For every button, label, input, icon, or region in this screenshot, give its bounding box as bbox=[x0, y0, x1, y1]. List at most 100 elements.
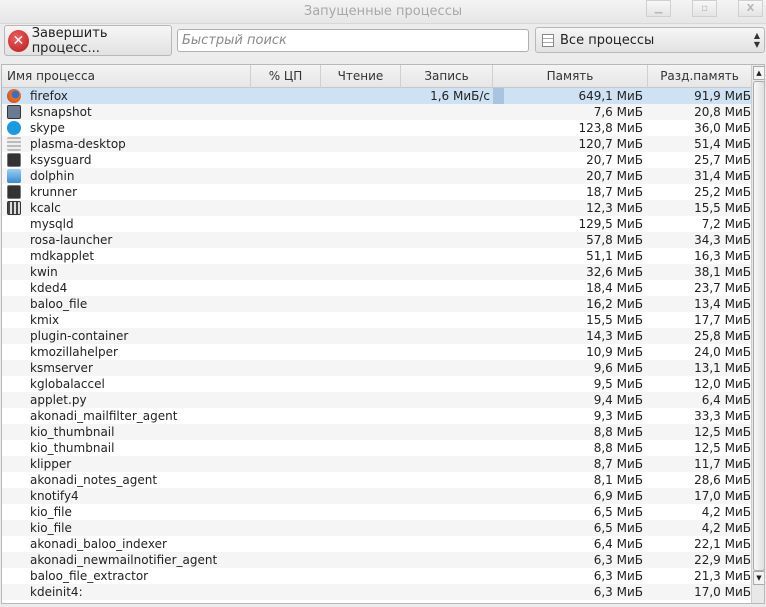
table-row[interactable]: mdkapplet 51,1 МиБ 16,3 МиБ bbox=[2, 248, 751, 264]
table-row[interactable]: ksnapshot 7,6 МиБ 20,8 МиБ bbox=[2, 104, 751, 120]
shared-memory-value: 91,9 МиБ bbox=[694, 89, 751, 103]
vertical-scrollbar[interactable]: ▲ ▼ bbox=[751, 65, 764, 603]
column-header-read[interactable]: Чтение bbox=[321, 65, 401, 88]
process-name: plasma-desktop bbox=[30, 137, 126, 151]
shared-memory-value: 4,2 МиБ bbox=[701, 505, 751, 519]
shared-memory-value: 4,2 МиБ bbox=[701, 521, 751, 535]
table-row[interactable]: kdeinit4: 6,3 МиБ 17,0 МиБ bbox=[2, 584, 751, 600]
table-row[interactable]: kded4 18,4 МиБ 23,7 МиБ bbox=[2, 280, 751, 296]
shared-memory-value: 20,8 МиБ bbox=[694, 105, 751, 119]
scrollbar-thumb[interactable] bbox=[753, 81, 764, 571]
table-row[interactable]: rosa-launcher 57,8 МиБ 34,3 МиБ bbox=[2, 232, 751, 248]
memory-value: 20,7 МиБ bbox=[586, 153, 643, 167]
process-filter-value: Все процессы bbox=[560, 32, 655, 48]
table-row[interactable]: kmix 15,5 МиБ 17,7 МиБ bbox=[2, 312, 751, 328]
table-row[interactable]: akonadi_baloo_indexer 6,4 МиБ 22,1 МиБ bbox=[2, 536, 751, 552]
table-row[interactable]: kio_file 6,5 МиБ 4,2 МиБ bbox=[2, 520, 751, 536]
table-row[interactable]: ksysguard 20,7 МиБ 25,7 МиБ bbox=[2, 152, 751, 168]
process-name: applet.py bbox=[30, 393, 87, 407]
table-row[interactable]: mysqld 129,5 МиБ 7,2 МиБ bbox=[2, 216, 751, 232]
scroll-up-arrow-icon[interactable]: ▲ bbox=[753, 66, 764, 80]
shared-memory-value: 25,8 МиБ bbox=[694, 329, 751, 343]
process-name: plugin-container bbox=[30, 329, 129, 343]
table-row[interactable]: akonadi_notes_agent 8,1 МиБ 28,6 МиБ bbox=[2, 472, 751, 488]
table-row[interactable]: ksmserver 9,6 МиБ 13,1 МиБ bbox=[2, 360, 751, 376]
table-row[interactable]: applet.py 9,4 МиБ 6,4 МиБ bbox=[2, 392, 751, 408]
memory-value: 8,1 МиБ bbox=[593, 473, 643, 487]
memory-value: 51,1 МиБ bbox=[586, 249, 643, 263]
memory-value: 6,5 МиБ bbox=[593, 521, 643, 535]
memory-value: 9,5 МиБ bbox=[593, 377, 643, 391]
process-name: kmix bbox=[30, 313, 60, 327]
table-row[interactable]: dolphin 20,7 МиБ 31,4 МиБ bbox=[2, 168, 751, 184]
minimize-button[interactable]: ▁ bbox=[646, 0, 671, 17]
shared-memory-value: 17,0 МиБ bbox=[694, 585, 751, 599]
shared-memory-value: 13,4 МиБ bbox=[694, 297, 751, 311]
shared-memory-value: 13,1 МиБ bbox=[694, 361, 751, 375]
table-row[interactable]: akonadi_newmailnotifier_agent 6,3 МиБ 22,9… bbox=[2, 552, 751, 568]
memory-value: 129,5 МиБ bbox=[578, 217, 643, 231]
memory-value: 9,4 МиБ bbox=[593, 393, 643, 407]
memory-value: 12,3 МиБ bbox=[586, 201, 643, 215]
column-header-name[interactable]: Имя процесса bbox=[2, 65, 251, 88]
table-row[interactable]: baloo_file 16,2 МиБ 13,4 МиБ bbox=[2, 296, 751, 312]
shared-memory-value: 22,9 МиБ bbox=[694, 553, 751, 567]
table-row[interactable]: krunner 18,7 МиБ 25,2 МиБ bbox=[2, 184, 751, 200]
scroll-down-arrow-icon[interactable]: ▼ bbox=[753, 571, 764, 585]
memory-value: 9,3 МиБ bbox=[593, 409, 643, 423]
process-name: kdeinit4: bbox=[30, 585, 83, 599]
memory-value: 57,8 МиБ bbox=[586, 233, 643, 247]
table-row[interactable]: akonadi_mailfilter_agent 9,3 МиБ 33,3 МиБ bbox=[2, 408, 751, 424]
column-header-shared-memory[interactable]: Разд.память bbox=[648, 65, 751, 88]
table-row[interactable]: plugin-container 14,3 МиБ 25,8 МиБ bbox=[2, 328, 751, 344]
process-name: kio_file bbox=[30, 505, 72, 519]
memory-value: 6,3 МиБ bbox=[593, 585, 643, 599]
shared-memory-value: 24,0 МиБ bbox=[694, 345, 751, 359]
process-name: klipper bbox=[30, 457, 72, 471]
column-header-memory[interactable]: Память bbox=[493, 65, 648, 88]
memory-value: 6,3 МиБ bbox=[593, 553, 643, 567]
column-header-write[interactable]: Запись bbox=[401, 65, 493, 88]
process-name: mysqld bbox=[30, 217, 74, 231]
close-button[interactable]: X bbox=[738, 0, 763, 17]
close-circle-icon: ✕ bbox=[8, 29, 29, 52]
memory-value: 123,8 МиБ bbox=[578, 121, 643, 135]
table-row[interactable]: kcalc 12,3 МиБ 15,5 МиБ bbox=[2, 200, 751, 216]
table-row[interactable]: kio_thumbnail 8,8 МиБ 12,5 МиБ bbox=[2, 440, 751, 456]
memory-value: 15,5 МиБ bbox=[586, 313, 643, 327]
process-name: kmozillahelper bbox=[30, 345, 118, 359]
monitor-icon bbox=[7, 153, 21, 167]
memory-value: 120,7 МиБ bbox=[578, 137, 643, 151]
quick-search-input[interactable]: Быстрый поиск bbox=[177, 29, 529, 52]
table-row[interactable]: kio_file 6,5 МиБ 4,2 МиБ bbox=[2, 504, 751, 520]
memory-value: 9,6 МиБ bbox=[593, 361, 643, 375]
shared-memory-value: 7,2 МиБ bbox=[701, 217, 751, 231]
memory-value: 14,3 МиБ bbox=[586, 329, 643, 343]
process-name: kcalc bbox=[30, 201, 61, 215]
shared-memory-value: 31,4 МиБ bbox=[694, 169, 751, 183]
process-name: kglobalaccel bbox=[30, 377, 105, 391]
shared-memory-value: 17,7 МиБ bbox=[694, 313, 751, 327]
shared-memory-value: 25,2 МиБ bbox=[694, 185, 751, 199]
memory-value: 6,3 МиБ bbox=[593, 569, 643, 583]
table-row[interactable]: kglobalaccel 9,5 МиБ 12,0 МиБ bbox=[2, 376, 751, 392]
memory-value: 649,1 МиБ bbox=[578, 89, 643, 103]
table-row[interactable]: kio_thumbnail 8,8 МиБ 12,5 МиБ bbox=[2, 424, 751, 440]
column-header-cpu[interactable]: % ЦП bbox=[251, 65, 321, 88]
firefox-icon bbox=[7, 89, 21, 103]
table-row[interactable]: skype 123,8 МиБ 36,0 МиБ bbox=[2, 120, 751, 136]
table-row[interactable]: kmozillahelper 10,9 МиБ 24,0 МиБ bbox=[2, 344, 751, 360]
table-row[interactable]: kwin 32,6 МиБ 38,1 МиБ bbox=[2, 264, 751, 280]
updown-arrow-icon: ▲ ▼ bbox=[753, 31, 760, 49]
process-name: kio_file bbox=[30, 521, 72, 535]
kill-process-button[interactable]: ✕ Завершить процесс... bbox=[4, 25, 172, 56]
process-name: krunner bbox=[30, 185, 78, 199]
process-filter-select[interactable]: Все процессы ▲ ▼ bbox=[535, 27, 765, 53]
table-row[interactable]: firefox 1,6 МиБ/с 649,1 МиБ 91,9 МиБ bbox=[2, 88, 751, 104]
maximize-button[interactable]: ▫ bbox=[692, 0, 717, 17]
table-row[interactable]: knotify4 6,9 МиБ 17,0 МиБ bbox=[2, 488, 751, 504]
table-row[interactable]: baloo_file_extractor 6,3 МиБ 21,3 МиБ bbox=[2, 568, 751, 584]
shared-memory-value: 23,7 МиБ bbox=[694, 281, 751, 295]
table-row[interactable]: plasma-desktop 120,7 МиБ 51,4 МиБ bbox=[2, 136, 751, 152]
table-row[interactable]: klipper 8,7 МиБ 11,7 МиБ bbox=[2, 456, 751, 472]
